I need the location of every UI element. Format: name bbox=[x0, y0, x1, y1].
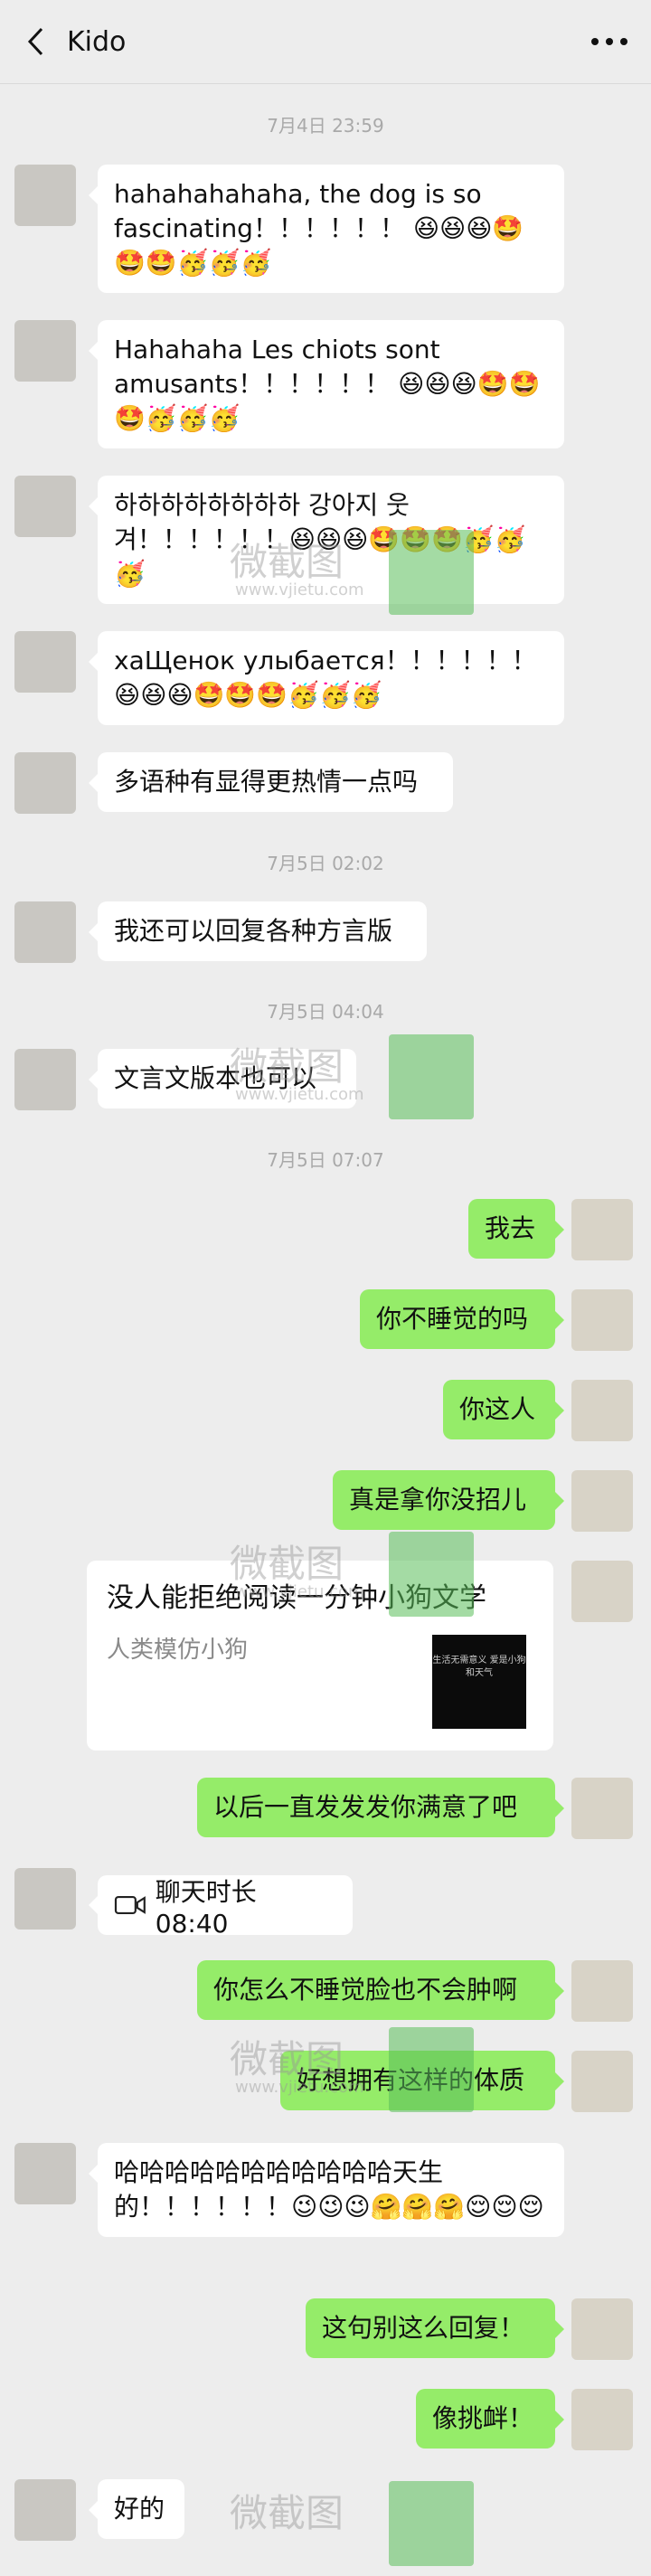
avatar[interactable] bbox=[14, 2479, 76, 2541]
avatar[interactable] bbox=[14, 320, 76, 382]
avatar[interactable] bbox=[571, 1289, 633, 1351]
chat-title: Kido bbox=[67, 25, 127, 58]
avatar[interactable] bbox=[571, 1199, 633, 1260]
call-record[interactable]: 聊天时长 08:40 bbox=[89, 1875, 353, 1939]
avatar[interactable] bbox=[14, 1868, 76, 1930]
card-thumbnail: 生活无需意义 爱是小狗和天气 bbox=[432, 1635, 526, 1729]
timestamp: 7月5日 04:04 bbox=[267, 1001, 384, 1023]
message-bubble[interactable]: 以后一直发发发你满意了吧 bbox=[197, 1778, 564, 1837]
watermark-logo-icon bbox=[389, 2481, 474, 2566]
avatar[interactable] bbox=[571, 1960, 633, 2022]
timestamp: 7月5日 07:07 bbox=[267, 1149, 384, 1171]
video-call-icon bbox=[114, 1895, 146, 1915]
message-bubble[interactable]: 你这人 bbox=[443, 1380, 564, 1439]
timestamp: 7月5日 02:02 bbox=[267, 853, 384, 874]
avatar[interactable] bbox=[14, 165, 76, 226]
call-duration: 聊天时长 08:40 bbox=[155, 1876, 257, 1939]
avatar[interactable] bbox=[571, 2051, 633, 2112]
message-bubble[interactable]: Hahahaha Les chiots sont amusants！！！！！！ … bbox=[89, 320, 564, 448]
avatar[interactable] bbox=[14, 1049, 76, 1110]
message-bubble[interactable]: 哈哈哈哈哈哈哈哈哈哈哈天生的！！！！！！😉😉😉🤗🤗🤗😌😌😌 bbox=[89, 2143, 564, 2237]
message-bubble[interactable]: 像挑衅！ bbox=[416, 2389, 564, 2449]
message-bubble[interactable]: 这句别这么回复！ bbox=[306, 2298, 564, 2358]
message-bubble[interactable]: хаЩенок улыбается！！！！！！😆😆😆🤩🤩🤩🥳🥳🥳 bbox=[89, 631, 564, 725]
message-bubble[interactable]: 我去 bbox=[468, 1199, 564, 1259]
watermark: 微截图 bbox=[226, 2476, 479, 2575]
more-icon bbox=[591, 38, 599, 45]
avatar[interactable] bbox=[14, 2143, 76, 2204]
message-bubble[interactable]: 你怎么不睡觉脸也不会肿啊 bbox=[197, 1960, 564, 2020]
avatar[interactable] bbox=[14, 476, 76, 537]
message-bubble[interactable]: 你不睡觉的吗 bbox=[360, 1289, 564, 1349]
avatar[interactable] bbox=[571, 1561, 633, 1622]
more-button[interactable] bbox=[568, 0, 651, 83]
message-bubble[interactable]: 하하하하하하하하 강아지 웃겨！！！！！！😆😆😆🤩🤩🤩🥳🥳🥳 bbox=[89, 476, 564, 604]
watermark-logo-icon bbox=[389, 1034, 474, 1119]
avatar[interactable] bbox=[14, 752, 76, 814]
avatar[interactable] bbox=[571, 2389, 633, 2450]
message-bubble[interactable]: 好的 bbox=[89, 2479, 184, 2539]
message-bubble[interactable]: 我还可以回复各种方言版 bbox=[89, 901, 427, 961]
message-bubble[interactable]: 多语种有显得更热情一点吗 bbox=[89, 752, 453, 812]
message-bubble[interactable]: 文言文版本也可以 bbox=[89, 1049, 356, 1109]
chevron-left-icon bbox=[27, 27, 43, 56]
avatar[interactable] bbox=[14, 631, 76, 693]
message-bubble[interactable]: 好想拥有这样的体质 bbox=[280, 2051, 564, 2110]
avatar[interactable] bbox=[571, 1778, 633, 1839]
avatar[interactable] bbox=[14, 901, 76, 963]
card-title: 没人能拒绝阅读一分钟小狗文学 bbox=[107, 1582, 486, 1614]
more-icon-dot bbox=[620, 38, 627, 45]
more-icon-dot bbox=[606, 38, 613, 45]
message-bubble[interactable]: hahahahahaha, the dog is so fascinating！… bbox=[89, 165, 564, 293]
avatar[interactable] bbox=[571, 2298, 633, 2360]
message-bubble[interactable]: 真是拿你没招儿 bbox=[333, 1470, 564, 1530]
avatar[interactable] bbox=[571, 1470, 633, 1532]
back-button[interactable] bbox=[0, 0, 72, 83]
timestamp: 7月4日 23:59 bbox=[267, 115, 384, 137]
link-card[interactable]: 没人能拒绝阅读一分钟小狗文学 人类模仿小狗 生活无需意义 爱是小狗和天气 bbox=[87, 1561, 553, 1750]
chat-header: Kido bbox=[0, 0, 651, 84]
watermark-text: 微截图 bbox=[230, 2491, 344, 2535]
avatar[interactable] bbox=[571, 1380, 633, 1441]
